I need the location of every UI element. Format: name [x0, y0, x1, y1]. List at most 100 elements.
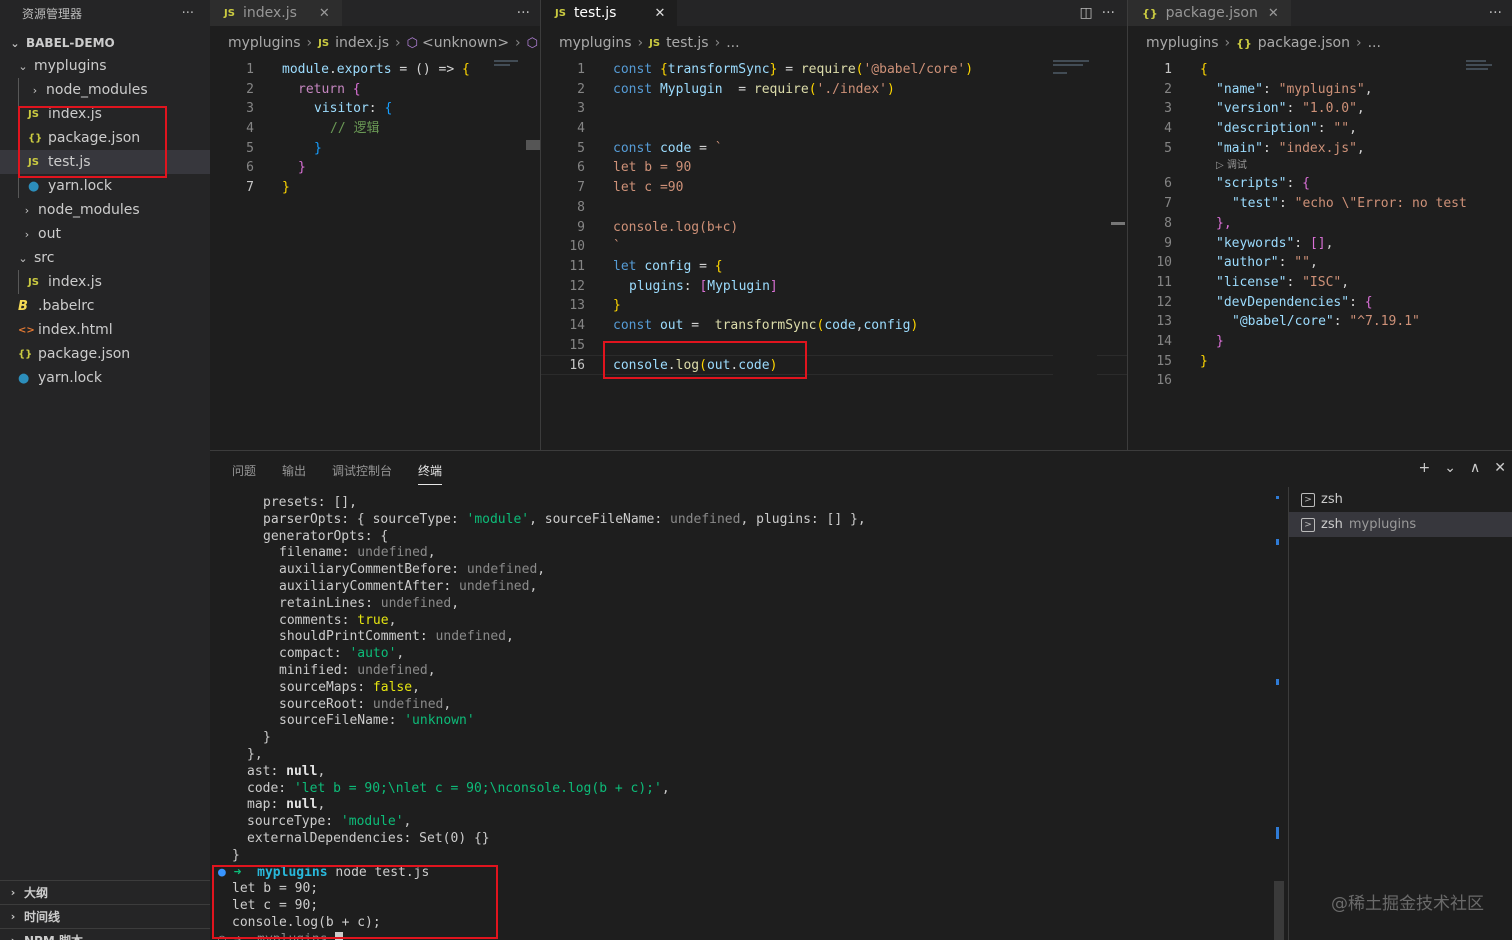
breadcrumb-item[interactable]: package.json	[1258, 35, 1350, 51]
split-editor-icon[interactable]: ◫	[1080, 5, 1093, 21]
terminal-text: sourceRoot:	[279, 696, 373, 712]
breadcrumb-item[interactable]: myplugins	[1146, 35, 1219, 51]
editor-group-1: JS index.js ✕ ··· myplugins › JS index.js ›…	[210, 0, 540, 450]
project-root[interactable]: ⌄ BABEL-DEMO	[0, 32, 210, 54]
more-actions-icon[interactable]: ···	[1489, 5, 1502, 21]
minimap[interactable]	[1053, 58, 1097, 450]
tree-file-babelrc[interactable]: B .babelrc	[0, 294, 210, 318]
outline-section[interactable]: › 大纲	[0, 880, 210, 904]
terminal-dropdown-icon[interactable]: ⌄	[1444, 460, 1456, 476]
tree-folder-myplugins[interactable]: ⌄ myplugins	[0, 54, 210, 78]
more-actions-icon[interactable]: ···	[517, 5, 530, 21]
close-icon[interactable]: ✕	[319, 6, 330, 21]
token: `	[613, 239, 621, 255]
bottom-panel: 问题 输出 调试控制台 终端 + ⌄ ∧ ✕ presets: [], pars…	[210, 450, 1512, 940]
tree-folder-out[interactable]: › out	[0, 222, 210, 246]
terminal-icon: >	[1301, 517, 1315, 532]
tree-file-yarn-lock[interactable]: ● yarn.lock	[0, 174, 210, 198]
code-line: 11 "license": "ISC",	[1128, 273, 1512, 293]
line-number: 8	[1164, 215, 1172, 231]
maximize-panel-icon[interactable]: ∧	[1470, 460, 1480, 476]
close-icon[interactable]: ✕	[654, 6, 665, 21]
breadcrumb: myplugins › JS test.js › ...	[541, 26, 1127, 60]
more-actions-icon[interactable]: ···	[1102, 5, 1115, 21]
minimap[interactable]	[494, 58, 538, 450]
code-line: 2 "name": "myplugins",	[1128, 80, 1512, 100]
new-terminal-icon[interactable]: +	[1419, 460, 1431, 476]
code-area[interactable]: 1 const {transformSync} = require('@babel…	[541, 60, 1127, 375]
tab-package-json[interactable]: {} package.json ✕	[1128, 0, 1291, 26]
terminal-line: }	[210, 848, 1280, 865]
token: = () =>	[391, 62, 463, 77]
line-number: 7	[577, 180, 585, 196]
tab-index-js[interactable]: JS index.js ✕	[210, 0, 342, 26]
token: "test"	[1232, 196, 1279, 212]
tree-file-src-index-js[interactable]: JS index.js	[0, 270, 210, 294]
code-line: 15}	[1128, 352, 1512, 372]
more-actions-icon[interactable]: ···	[182, 6, 194, 21]
tree-file-root-yarn-lock[interactable]: ● yarn.lock	[0, 366, 210, 390]
tree-file-test-js[interactable]: JS test.js	[0, 150, 210, 174]
tree-folder-src[interactable]: ⌄ src	[0, 246, 210, 270]
tab-output[interactable]: 输出	[282, 451, 306, 489]
breadcrumb-item[interactable]: myplugins	[228, 35, 301, 51]
scrollbar[interactable]	[526, 140, 540, 150]
token: "author"	[1216, 255, 1279, 271]
line-number: 2	[1164, 81, 1172, 97]
tab-test-js[interactable]: JS test.js ✕	[541, 0, 678, 26]
tree-file-package-json[interactable]: {} package.json	[0, 126, 210, 150]
breadcrumb-item[interactable]: myplugins	[559, 35, 632, 51]
line-number: 15	[1156, 353, 1172, 369]
token: console	[613, 358, 668, 374]
minimap[interactable]	[1466, 58, 1510, 450]
chevron-right-icon: ›	[24, 203, 30, 217]
scroll-marker	[1276, 539, 1279, 545]
tree-file-root-package-json[interactable]: {} package.json	[0, 342, 210, 366]
debug-codelens[interactable]: ▷ 调试	[1128, 158, 1512, 174]
close-panel-icon[interactable]: ✕	[1494, 460, 1506, 476]
code-area[interactable]: 1{ 2 "name": "myplugins", 3 "version": "1.…	[1128, 60, 1512, 391]
tree-folder-node-modules[interactable]: › node_modules	[0, 78, 210, 102]
project-name: BABEL-DEMO	[26, 36, 115, 50]
code-area[interactable]: 1 module.exports = () => { 2 return { 3 vis…	[210, 60, 540, 198]
token: "version"	[1216, 101, 1287, 117]
terminal-text: undefined	[357, 662, 428, 678]
terminal-item-zsh[interactable]: > zsh	[1289, 487, 1512, 512]
token: // 逻辑	[330, 121, 380, 137]
terminal-item-zsh-myplugins[interactable]: > zsh myplugins	[1289, 512, 1512, 537]
tab-problems[interactable]: 问题	[232, 451, 256, 489]
terminal-cwd: myplugins	[1348, 517, 1417, 532]
tree-folder-node-modules-root[interactable]: › node_modules	[0, 198, 210, 222]
breadcrumb-item[interactable]: index.js	[335, 35, 389, 51]
token: "@babel/core"	[1232, 314, 1334, 330]
terminal-text: false	[372, 679, 413, 695]
line-number: 15	[569, 337, 585, 353]
breadcrumb-item[interactable]: <unknown>	[422, 35, 509, 51]
timeline-section[interactable]: › 时间线	[0, 904, 210, 928]
tree-file-index-html[interactable]: <> index.html	[0, 318, 210, 342]
breadcrumb-item[interactable]: ...	[726, 35, 739, 51]
scrollbar[interactable]	[1111, 222, 1125, 225]
indent-guide	[18, 102, 19, 126]
terminal-output[interactable]: presets: [], parserOpts: { sourceType: '…	[210, 495, 1280, 940]
terminal-text: undefined	[357, 545, 428, 561]
breadcrumb-item[interactable]: ...	[1368, 35, 1381, 51]
terminal-line: auxiliaryCommentAfter: undefined,	[279, 578, 538, 594]
terminal-scrollbar[interactable]	[1274, 881, 1284, 940]
terminal-text: parserOpts: { sourceType:	[263, 511, 467, 527]
terminal-text: undefined	[466, 562, 538, 578]
scroll-marker	[1276, 496, 1279, 499]
code-line-current: 16 console.log(out.code)	[541, 355, 1127, 375]
scroll-marker	[1276, 679, 1279, 685]
breadcrumb-item[interactable]: test.js	[666, 35, 709, 51]
tree-file-index-js[interactable]: JS index.js	[0, 102, 210, 126]
npm-scripts-section[interactable]: › NPM 脚本	[0, 928, 210, 940]
close-icon[interactable]: ✕	[1268, 6, 1279, 21]
terminal-line: generatorOpts: {	[210, 529, 1280, 546]
tab-terminal[interactable]: 终端	[418, 451, 443, 489]
prompt-dot-icon: ●	[218, 864, 226, 880]
tab-debug-console[interactable]: 调试控制台	[332, 451, 392, 489]
token: []	[1309, 235, 1326, 251]
line-number: 1	[1164, 62, 1172, 77]
tree-label: out	[38, 226, 61, 242]
